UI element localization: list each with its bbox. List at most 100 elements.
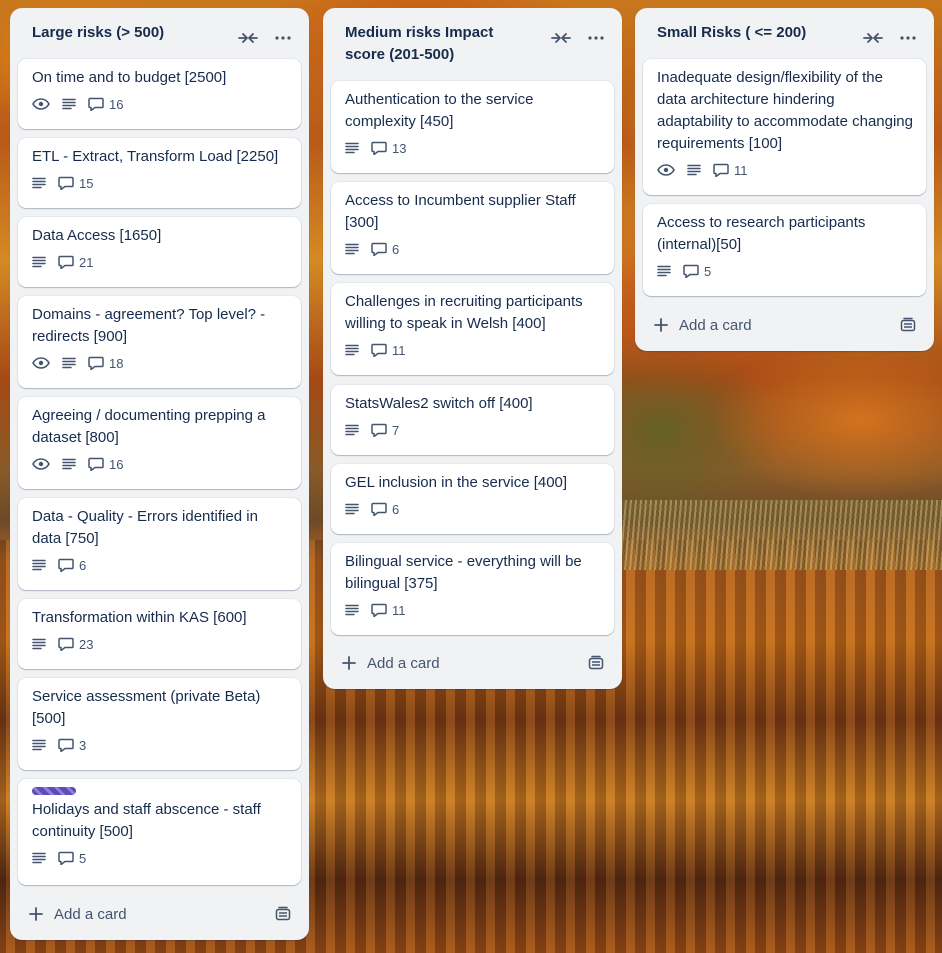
card[interactable]: Challenges in recruiting participants wi… (331, 283, 614, 375)
description-badge (32, 852, 46, 864)
card[interactable]: Agreeing / documenting prepping a datase… (18, 397, 301, 489)
add-card-button[interactable]: Add a card (331, 647, 614, 679)
card[interactable]: Holidays and staff abscence - staff cont… (18, 779, 301, 885)
card[interactable]: ETL - Extract, Transform Load [2250] 15 (18, 138, 301, 208)
comment-count: 6 (392, 501, 400, 517)
card-badges: 6 (32, 550, 289, 580)
eye-icon (657, 164, 675, 176)
collapse-arrows-icon (863, 33, 883, 43)
card[interactable]: Data Access [1650] 21 (18, 217, 301, 287)
card-badges: 7 (345, 415, 602, 445)
card-label[interactable] (32, 787, 76, 795)
list-medium-risks: Medium risks Impact score (201-500) Auth… (323, 8, 622, 689)
comment-count: 16 (109, 456, 124, 472)
list-title[interactable]: Large risks (> 500) (10, 8, 309, 44)
add-card-label: Add a card (54, 905, 127, 923)
card-badges: 11 (657, 155, 914, 185)
card[interactable]: Data - Quality - Errors identified in da… (18, 498, 301, 590)
comments-badge: 6 (371, 242, 399, 257)
description-badge (345, 503, 359, 515)
card-template-icon[interactable] (900, 317, 916, 333)
collapse-arrows-icon (238, 33, 258, 43)
card-title: Bilingual service - everything will be b… (345, 553, 582, 592)
description-badge (32, 638, 46, 650)
comment-count: 11 (392, 342, 406, 358)
card[interactable]: GEL inclusion in the service [400] 6 (331, 464, 614, 534)
card-title: Access to Incumbent supplier Staff [300] (345, 192, 576, 231)
card[interactable]: On time and to budget [2500] 16 (18, 59, 301, 129)
list-large-risks: Large risks (> 500) On time and to budge… (10, 8, 309, 940)
comments-badge: 5 (683, 264, 711, 279)
board-canvas: Large risks (> 500) On time and to budge… (0, 0, 942, 953)
collapse-arrows-icon (551, 33, 571, 43)
card-badges: 15 (32, 168, 289, 198)
add-card-button[interactable]: Add a card (18, 898, 301, 930)
description-lines-icon (687, 164, 701, 176)
card-badges: 6 (345, 234, 602, 264)
card[interactable]: Domains - agreement? Top level? - redire… (18, 296, 301, 388)
card-title: Inadequate design/flexibility of the dat… (657, 69, 913, 152)
plus-icon (342, 656, 356, 670)
comment-bubble-icon (88, 457, 104, 471)
description-badge (345, 243, 359, 255)
description-lines-icon (345, 142, 359, 154)
watch-badge (32, 458, 50, 470)
comments-badge: 3 (58, 738, 86, 753)
comment-count: 3 (79, 737, 87, 753)
watch-badge (657, 164, 675, 176)
collapse-list-button[interactable] (861, 26, 885, 50)
add-card-label: Add a card (679, 316, 752, 334)
card-badges: 6 (345, 494, 602, 524)
card[interactable]: Inadequate design/flexibility of the dat… (643, 59, 926, 195)
description-badge (687, 164, 701, 176)
description-badge (345, 424, 359, 436)
comments-badge: 15 (58, 176, 93, 191)
watch-badge (32, 357, 50, 369)
card[interactable]: Access to research participants (interna… (643, 204, 926, 296)
card[interactable]: Authentication to the service complexity… (331, 81, 614, 173)
card-title: Data - Quality - Errors identified in da… (32, 508, 258, 547)
card-badges: 11 (345, 595, 602, 625)
description-lines-icon (345, 243, 359, 255)
comment-bubble-icon (58, 176, 74, 190)
description-lines-icon (32, 177, 46, 189)
description-lines-icon (32, 852, 46, 864)
card[interactable]: StatsWales2 switch off [400] 7 (331, 385, 614, 455)
comment-bubble-icon (371, 242, 387, 256)
card-badges: 18 (32, 348, 289, 378)
collapse-list-button[interactable] (236, 26, 260, 50)
card[interactable]: Bilingual service - everything will be b… (331, 543, 614, 635)
list-menu-button[interactable] (584, 26, 608, 50)
card[interactable]: Service assessment (private Beta) [500] … (18, 678, 301, 770)
description-badge (62, 98, 76, 110)
card-badges: 11 (345, 335, 602, 365)
card-template-icon[interactable] (275, 906, 291, 922)
card[interactable]: Access to Incumbent supplier Staff [300]… (331, 182, 614, 274)
card[interactable]: Transformation within KAS [600] 23 (18, 599, 301, 669)
comment-count: 23 (79, 636, 94, 652)
list-menu-button[interactable] (271, 26, 295, 50)
comment-count: 15 (79, 175, 94, 191)
card-title: Transformation within KAS [600] (32, 609, 247, 626)
card-badges: 16 (32, 89, 289, 119)
list-title[interactable]: Medium risks Impact score (201-500) (323, 8, 622, 66)
card-badges: 3 (32, 730, 289, 760)
description-lines-icon (657, 265, 671, 277)
eye-icon (32, 458, 50, 470)
add-card-button[interactable]: Add a card (643, 309, 926, 341)
description-lines-icon (345, 604, 359, 616)
list-menu-button[interactable] (896, 26, 920, 50)
card-template-icon[interactable] (588, 655, 604, 671)
comment-count: 18 (109, 355, 124, 371)
list-title[interactable]: Small Risks ( <= 200) (635, 8, 934, 44)
comment-bubble-icon (371, 502, 387, 516)
card-title: Agreeing / documenting prepping a datase… (32, 407, 266, 446)
comment-bubble-icon (58, 255, 74, 269)
card-badges: 5 (657, 256, 914, 286)
comment-count: 6 (392, 241, 400, 257)
comment-bubble-icon (713, 163, 729, 177)
card-title: Challenges in recruiting participants wi… (345, 293, 583, 332)
description-badge (32, 739, 46, 751)
eye-icon (32, 357, 50, 369)
collapse-list-button[interactable] (549, 26, 573, 50)
